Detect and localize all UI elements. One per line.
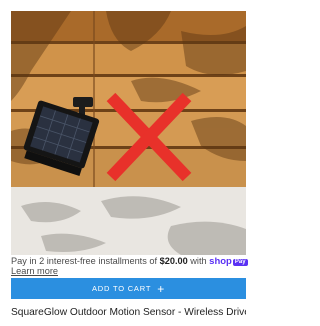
- plus-icon: +: [157, 281, 166, 296]
- add-to-cart-button[interactable]: ADD TO CART +: [11, 278, 246, 299]
- installments-with: with: [187, 256, 210, 266]
- learn-more-link[interactable]: Learn more: [11, 266, 58, 277]
- product-title: SquareGlow Outdoor Motion Sensor - Wirel…: [11, 307, 246, 318]
- shop-pay-label: shop: [209, 256, 232, 267]
- add-to-cart-label: ADD TO CART: [91, 284, 152, 293]
- shop-pay-box: Pay: [232, 259, 248, 266]
- product-image[interactable]: [11, 11, 246, 255]
- shop-pay-logo: shop Pay: [209, 256, 248, 267]
- installments-amount: $20.00: [159, 256, 188, 266]
- installments-prefix: Pay in 2 interest-free installments of: [11, 256, 160, 266]
